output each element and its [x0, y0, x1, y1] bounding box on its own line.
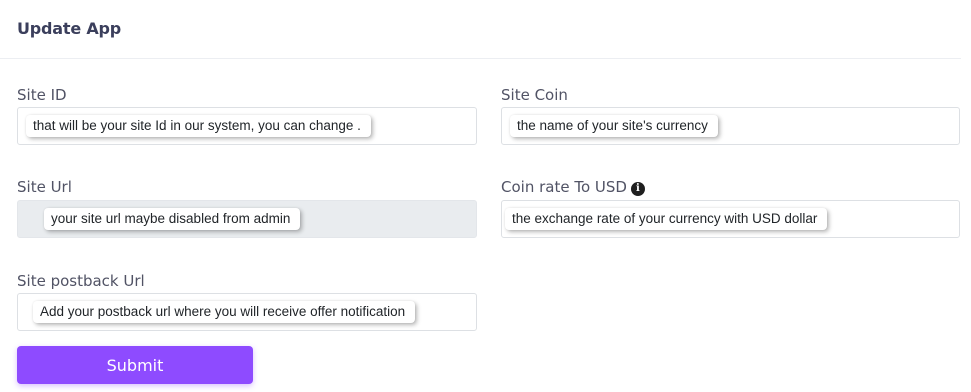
postback-url-label: Site postback Url: [17, 272, 145, 290]
coin-rate-label: Coin rate To USD i: [501, 178, 645, 196]
site-id-input[interactable]: that will be your site Id in our system,…: [17, 107, 477, 145]
site-coin-label: Site Coin: [501, 86, 568, 104]
card-divider: [0, 58, 961, 59]
coin-rate-input[interactable]: the exchange rate of your currency with …: [501, 200, 960, 238]
site-url-label: Site Url: [17, 178, 72, 196]
postback-url-tooltip: Add your postback url where you will rec…: [33, 301, 416, 323]
site-url-tooltip: your site url maybe disabled from admin: [44, 208, 301, 230]
site-id-label: Site ID: [17, 86, 67, 104]
site-id-tooltip: that will be your site Id in our system,…: [26, 115, 371, 137]
site-coin-tooltip: the name of your site's currency: [510, 115, 718, 137]
site-url-input: your site url maybe disabled from admin: [17, 200, 477, 238]
info-circle-icon[interactable]: i: [630, 182, 645, 196]
card-title: Update App: [17, 19, 122, 38]
postback-url-input[interactable]: Add your postback url where you will rec…: [17, 293, 477, 331]
coin-rate-tooltip: the exchange rate of your currency with …: [505, 208, 828, 230]
site-coin-input[interactable]: the name of your site's currency: [501, 107, 960, 145]
submit-button[interactable]: Submit: [17, 346, 253, 384]
coin-rate-label-text: Coin rate To USD: [501, 178, 627, 196]
